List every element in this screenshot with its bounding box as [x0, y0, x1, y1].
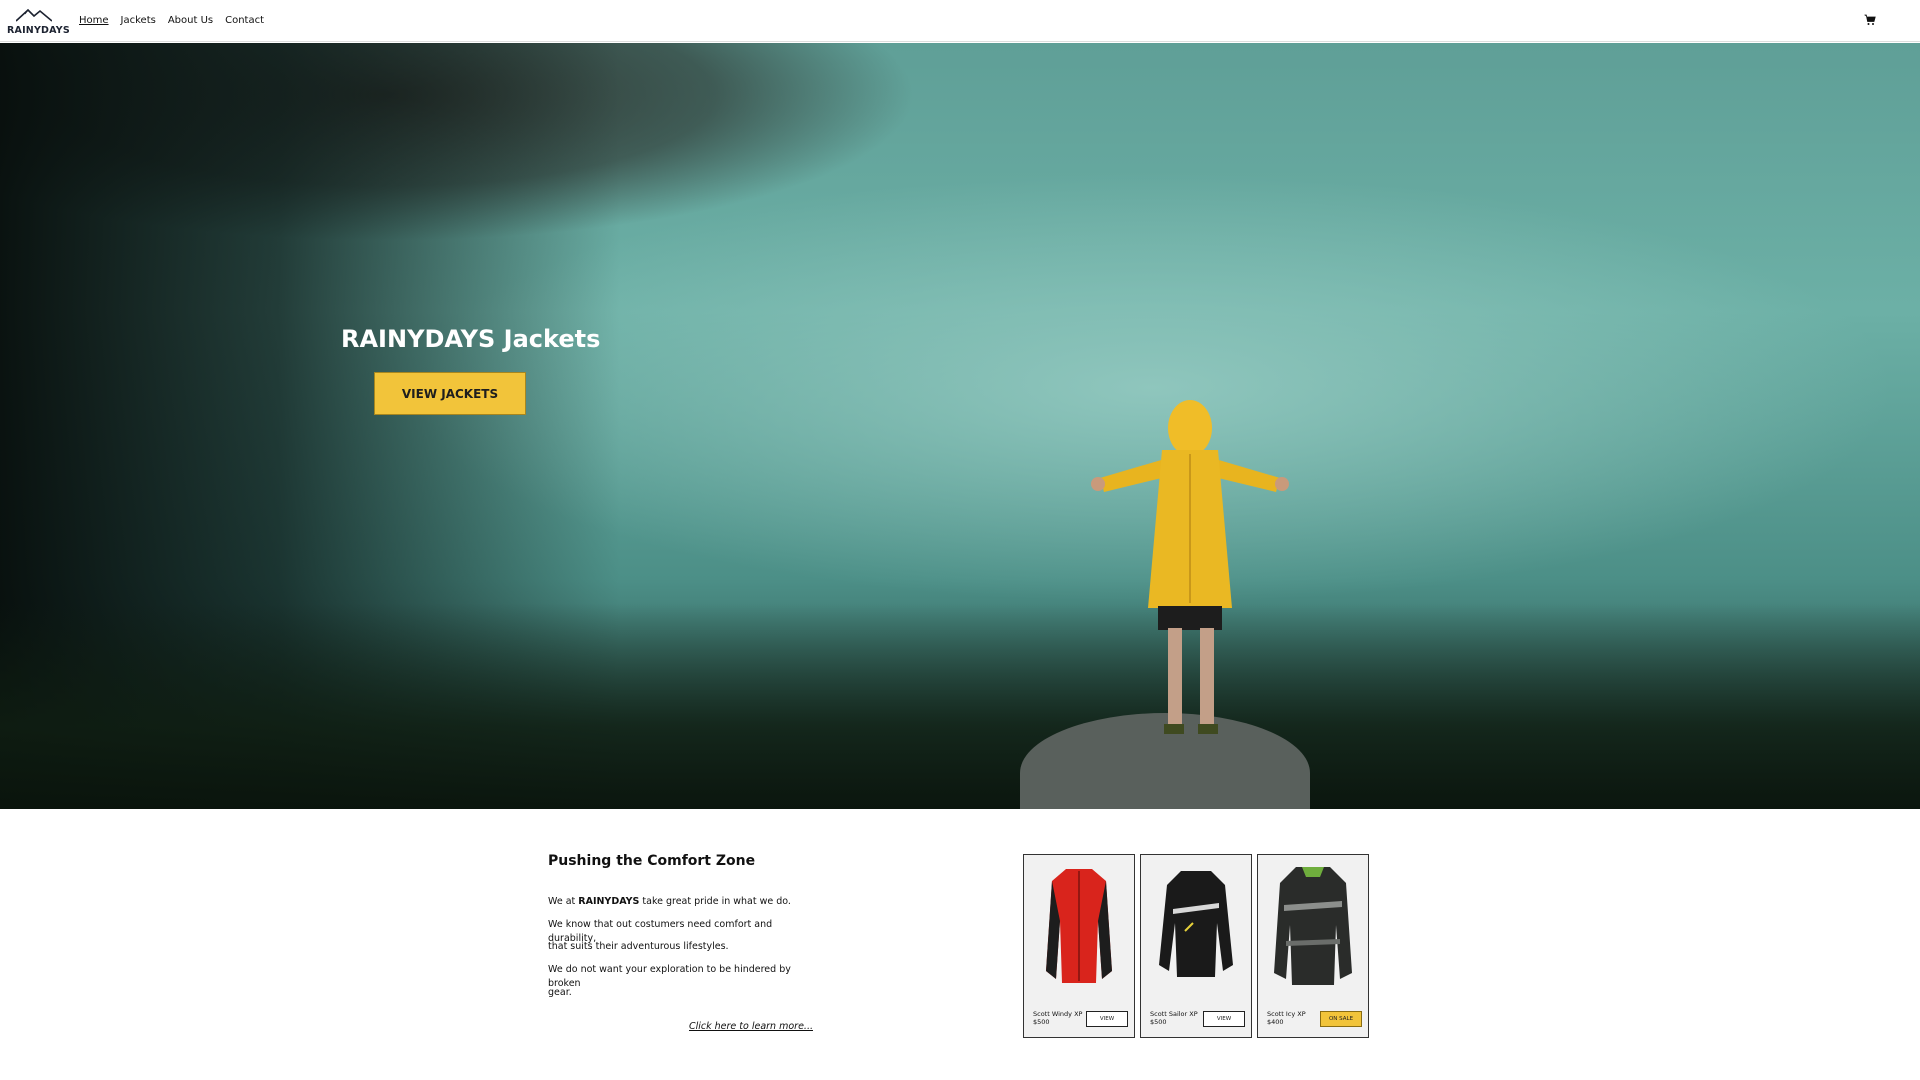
view-button[interactable]: VIEW [1086, 1011, 1128, 1027]
product-card[interactable]: Scott Sailor XP $500 VIEW [1140, 854, 1252, 1038]
mountain-logo-icon [16, 8, 52, 22]
main-nav: Home Jackets About Us Contact [79, 15, 264, 26]
person-in-yellow-jacket-image [1091, 400, 1289, 734]
about-text: We at RAINYDAYS take great pride in what… [548, 895, 808, 1008]
about-line-2: We know that out costumers need comfort … [548, 918, 773, 944]
site-header: RAINYDAYS Home Jackets About Us Contact [0, 0, 1920, 42]
section-heading: Pushing the Comfort Zone [548, 853, 756, 869]
about-line-1: We at RAINYDAYS take great pride in what… [548, 896, 791, 907]
product-price: $400 [1267, 1018, 1284, 1026]
nav-home[interactable]: Home [79, 15, 109, 26]
product-name: Scott Sailor XP $500 [1150, 1010, 1198, 1026]
about-line-5: gear. [548, 986, 572, 998]
logo[interactable]: RAINYDAYS [7, 8, 70, 36]
view-jackets-button[interactable]: VIEW JACKETS [374, 372, 526, 415]
product-name: Scott Icy XP $400 [1267, 1010, 1306, 1026]
hero-title: RAINYDAYS Jackets [341, 325, 601, 353]
product-name: Scott Windy XP $500 [1033, 1010, 1083, 1026]
about-line-4: We do not want your exploration to be hi… [548, 964, 791, 990]
black-jacket-image [1159, 871, 1233, 977]
red-jacket-image [1046, 869, 1112, 983]
product-price: $500 [1033, 1018, 1050, 1026]
nav-contact[interactable]: Contact [225, 15, 264, 26]
logo-text: RAINYDAYS [7, 25, 70, 36]
grey-jacket-image [1274, 867, 1352, 985]
view-button[interactable]: VIEW [1203, 1011, 1245, 1027]
about-line-3: that suits their adventurous lifestyles. [548, 941, 729, 953]
product-card[interactable]: Scott Windy XP $500 VIEW [1023, 854, 1135, 1038]
nav-about-us[interactable]: About Us [168, 15, 213, 26]
product-list: Scott Windy XP $500 VIEW Scott Sailor XP $… [1023, 854, 1369, 1038]
hero-banner: RAINYDAYS Jackets VIEW JACKETS [0, 43, 1920, 809]
product-price: $500 [1150, 1018, 1167, 1026]
brand-name: RAINYDAYS [578, 896, 640, 907]
on-sale-button[interactable]: ON SALE [1320, 1011, 1362, 1027]
cart-icon[interactable] [1864, 14, 1876, 26]
hero-trees [0, 603, 1920, 809]
learn-more-link[interactable]: Click here to learn more... [689, 1021, 813, 1032]
product-card[interactable]: Scott Icy XP $400 ON SALE [1257, 854, 1369, 1038]
nav-jackets[interactable]: Jackets [121, 15, 156, 26]
